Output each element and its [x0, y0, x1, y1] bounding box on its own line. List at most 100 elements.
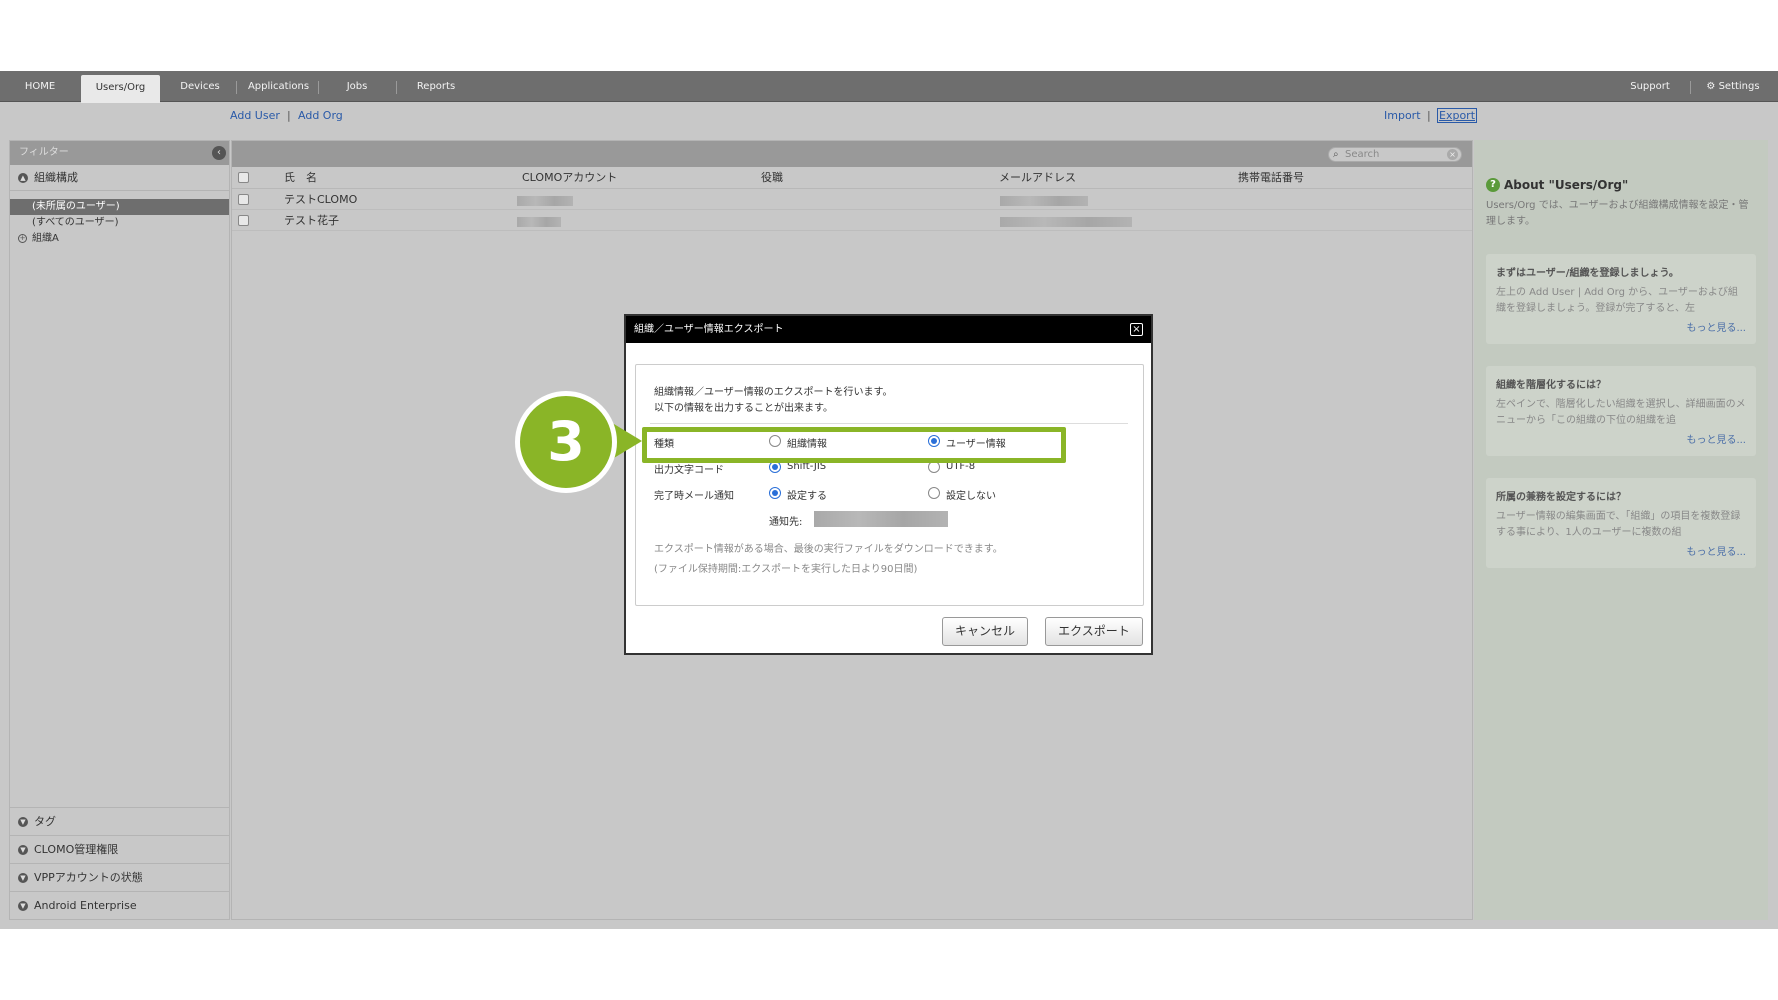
nav-tab-reports[interactable]: Reports [400, 71, 472, 102]
section-label: CLOMO管理権限 [34, 843, 119, 856]
import-link[interactable]: Import [1384, 109, 1421, 122]
nav-tab-users-org[interactable]: Users/Org [81, 75, 160, 103]
nav-support-link[interactable]: Support [1620, 71, 1680, 102]
chevron-down-icon: ▼ [18, 901, 28, 911]
filter-bottom-sections: ▼ タグ ▼ CLOMO管理権限 ▼ VPPアカウントの状態 ▼ Android… [10, 807, 229, 919]
help-title-text: About "Users/Org" [1504, 178, 1629, 192]
help-card: まずはユーザー/組織を登録しましょう。 左上の Add User | Add O… [1486, 254, 1756, 344]
help-card: 所属の兼務を設定するには？ ユーザー情報の編集画面で、「組織」の項目を複数登録す… [1486, 478, 1756, 568]
chevron-up-icon: ▲ [18, 173, 28, 183]
mail-notify-label: 完了時メール通知 [654, 491, 734, 502]
search-placeholder: Search [1345, 149, 1380, 160]
link-separator: | [1427, 109, 1431, 122]
mail-radio-on-label[interactable]: 設定する [787, 487, 827, 502]
tree-item-unassigned-users[interactable]: (未所属のユーザー) [10, 199, 229, 215]
tree-item-all-users[interactable]: (すべてのユーザー) [10, 215, 229, 231]
help-card: 組織を階層化するには？ 左ペインで、階層化したい組織を選択し、詳細画面のメニュー… [1486, 366, 1756, 456]
nav-tab-jobs[interactable]: Jobs [322, 71, 392, 102]
export-button[interactable]: エクスポート [1045, 617, 1143, 646]
chevron-down-icon: ▼ [18, 873, 28, 883]
section-tags[interactable]: ▼ タグ [10, 807, 229, 835]
tree-item-org-a[interactable]: + 組織A [10, 231, 229, 247]
link-separator: | [287, 109, 291, 122]
nav-separator [236, 81, 237, 94]
dialog-body: 組織情報／ユーザー情報のエクスポートを行います。 以下の情報を出力することが出来… [635, 364, 1144, 606]
help-card-text: 左上の Add User | Add Org から、ユーザーおよび組織を登録しま… [1496, 287, 1738, 314]
section-clomo-admin[interactable]: ▼ CLOMO管理権限 [10, 835, 229, 863]
mail-radio-off[interactable] [928, 487, 940, 499]
dialog-intro-line2: 以下の情報を出力することが出来ます。 [654, 403, 833, 414]
column-header-title[interactable]: 役職 [761, 167, 783, 189]
export-note-line1: エクスポート情報がある場合、最後の実行ファイルをダウンロードできます。 [654, 544, 1003, 555]
tree-item-label: (すべてのユーザー) [32, 217, 119, 228]
table-row[interactable]: テスト花子 [232, 210, 1472, 231]
nav-separator [396, 81, 397, 94]
more-link[interactable]: もっと見る... [1496, 319, 1746, 334]
row-name: テストCLOMO [284, 193, 358, 206]
export-link[interactable]: Export [1437, 108, 1478, 123]
section-org-structure[interactable]: ▲ 組織構成 [10, 165, 229, 191]
section-label: VPPアカウントの状態 [34, 871, 143, 884]
filter-title: フィルター [19, 147, 69, 158]
filter-pane: フィルター ‹ ▲ 組織構成 (未所属のユーザー) (すべてのユーザー) + 組… [9, 140, 230, 920]
help-card-text: 左ペインで、階層化したい組織を選択し、詳細画面のメニューから「この組織の下位の組… [1496, 399, 1746, 426]
redacted-account [517, 217, 561, 227]
list-toolbar: ⌕ Search × [232, 141, 1472, 167]
section-vpp-account[interactable]: ▼ VPPアカウントの状態 [10, 863, 229, 891]
search-icon: ⌕ [1333, 149, 1339, 160]
section-label: タグ [34, 815, 56, 828]
notify-to-label: 通知先: [769, 517, 803, 528]
row-checkbox[interactable] [238, 215, 249, 226]
help-card-text: ユーザー情報の編集画面で、「組織」の項目を複数登録する事により、1人のユーザーに… [1496, 511, 1741, 538]
divider [650, 423, 1128, 424]
column-header-account[interactable]: CLOMOアカウント [522, 167, 617, 189]
expand-plus-icon[interactable]: + [18, 234, 27, 243]
chevron-down-icon: ▼ [18, 817, 28, 827]
dialog-intro-line1: 組織情報／ユーザー情報のエクスポートを行います。 [654, 387, 893, 398]
collapse-left-icon[interactable]: ‹ [212, 146, 226, 160]
help-card-title: まずはユーザー/組織を登録しましょう。 [1496, 268, 1679, 279]
top-navigation: HOME Users/Org Devices Applications Jobs… [0, 71, 1778, 103]
mail-radio-on[interactable] [769, 487, 781, 499]
step-number-badge: 3 [515, 391, 617, 493]
table-header: 氏 名 CLOMOアカウント 役職 メールアドレス 携帯電話番号 [232, 167, 1472, 189]
nav-tab-home[interactable]: HOME [0, 71, 80, 102]
more-link[interactable]: もっと見る... [1496, 431, 1746, 446]
tree-item-label: (未所属のユーザー) [32, 201, 120, 212]
export-note-line2: (ファイル保持期間:エクスポートを実行した日より90日間) [654, 564, 918, 575]
clear-search-icon[interactable]: × [1447, 149, 1458, 160]
add-org-link[interactable]: Add Org [298, 109, 343, 122]
filter-header: フィルター ‹ [10, 141, 229, 165]
more-link[interactable]: もっと見る... [1496, 543, 1746, 558]
column-header-name[interactable]: 氏 名 [284, 167, 317, 189]
add-user-link[interactable]: Add User [230, 109, 280, 122]
help-question-icon: ? [1486, 178, 1500, 192]
row-name: テスト花子 [284, 214, 339, 227]
search-input[interactable]: ⌕ Search × [1328, 147, 1462, 162]
section-android-enterprise[interactable]: ▼ Android Enterprise [10, 891, 229, 919]
export-dialog: 組織／ユーザー情報エクスポート × 組織情報／ユーザー情報のエクスポートを行いま… [624, 314, 1153, 655]
nav-separator [318, 81, 319, 94]
dialog-titlebar: 組織／ユーザー情報エクスポート × [626, 316, 1151, 343]
help-pane: ? About "Users/Org" Users/Org では、ユーザーおよび… [1474, 140, 1768, 920]
nav-tab-devices[interactable]: Devices [168, 71, 232, 102]
nav-separator [1690, 81, 1691, 94]
help-description: Users/Org では、ユーザーおよび組織構成情報を設定・管理します。 [1486, 200, 1749, 227]
close-icon[interactable]: × [1130, 323, 1143, 336]
select-all-checkbox[interactable] [238, 172, 249, 183]
cancel-button[interactable]: キャンセル [942, 617, 1028, 646]
help-card-title: 組織を階層化するには？ [1496, 380, 1606, 391]
nav-tab-applications[interactable]: Applications [240, 71, 317, 102]
column-header-email[interactable]: メールアドレス [999, 167, 1076, 189]
nav-settings-link[interactable]: ⚙ Settings [1700, 71, 1766, 102]
section-label: 組織構成 [34, 171, 78, 184]
row-checkbox[interactable] [238, 194, 249, 205]
redacted-notify-address [814, 511, 948, 527]
help-card-title: 所属の兼務を設定するには？ [1496, 492, 1626, 503]
dialog-title: 組織／ユーザー情報エクスポート [634, 324, 784, 335]
column-header-mobile[interactable]: 携帯電話番号 [1238, 167, 1304, 189]
action-bar: Add User | Add Org Import | Export [0, 103, 1778, 129]
table-row[interactable]: テストCLOMO [232, 189, 1472, 210]
chevron-down-icon: ▼ [18, 845, 28, 855]
mail-radio-off-label[interactable]: 設定しない [946, 487, 996, 502]
